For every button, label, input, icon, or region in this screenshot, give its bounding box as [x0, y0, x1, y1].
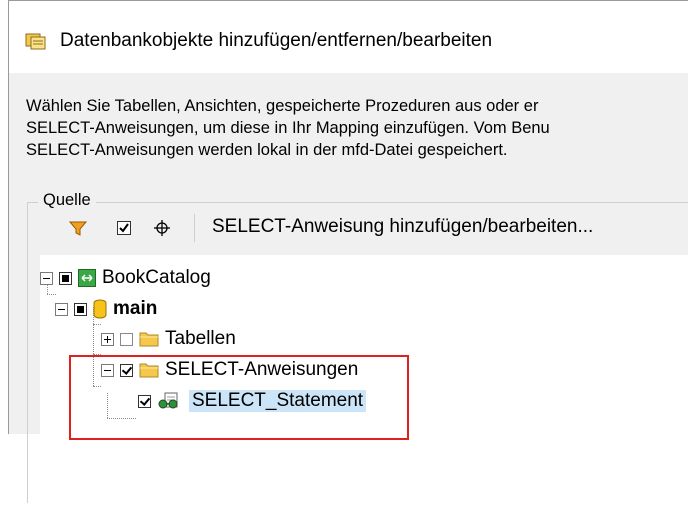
tree-item-tabellen[interactable]: Tabellen [101, 324, 236, 354]
description-line: SELECT-Anweisungen, um diese in Ihr Mapp… [26, 119, 550, 137]
tree-connector [93, 386, 101, 387]
tree-checkbox[interactable] [120, 363, 133, 377]
source-toolbar: SELECT-Anweisung hinzufügen/bearbeiten..… [18, 208, 688, 248]
filter-icon[interactable] [66, 216, 90, 240]
tree-checkbox[interactable] [120, 332, 133, 346]
tree-checkbox[interactable] [74, 302, 87, 316]
description-line: Wählen Sie Tabellen, Ansichten, gespeich… [26, 97, 539, 115]
collapse-toggle[interactable] [55, 302, 68, 316]
database-objects-icon [25, 31, 47, 51]
tree-item-select-statements[interactable]: SELECT-Anweisungen [101, 355, 358, 385]
add-edit-select-statement-button[interactable]: SELECT-Anweisung hinzufügen/bearbeiten..… [212, 216, 593, 238]
tree-connector [93, 324, 101, 325]
tree-connector [107, 418, 136, 419]
schema-icon [93, 299, 107, 319]
dialog-content: Wählen Sie Tabellen, Ansichten, gespeich… [9, 73, 688, 507]
tree-item-main[interactable]: main [55, 294, 157, 324]
tree-connector [107, 393, 108, 418]
tree-item-label: SELECT_Statement [189, 390, 367, 412]
tree-connector [93, 354, 101, 355]
description-text: Wählen Sie Tabellen, Ansichten, gespeich… [26, 95, 688, 161]
tree-item-bookcatalog[interactable]: BookCatalog [40, 263, 211, 293]
description-line: SELECT-Anweisungen werden lokal in der m… [26, 141, 508, 159]
tree-item-label: BookCatalog [102, 267, 211, 288]
folder-icon [139, 331, 159, 347]
tree-item-label: Tabellen [165, 328, 236, 349]
tree-checkbox[interactable] [138, 394, 151, 408]
folder-icon [139, 362, 159, 378]
checkbox-icon[interactable] [112, 216, 136, 240]
window-title: Datenbankobjekte hinzufügen/entfernen/be… [60, 30, 493, 51]
tree-item-select-statement[interactable]: SELECT_Statement [138, 386, 367, 416]
database-connection-icon [78, 269, 96, 287]
toolbar-separator [194, 214, 195, 242]
collapse-toggle[interactable] [101, 363, 114, 377]
collapse-toggle[interactable] [40, 271, 53, 285]
crosshair-icon[interactable] [150, 216, 174, 240]
tree-item-label: SELECT-Anweisungen [165, 359, 359, 380]
source-tree[interactable]: BookCatalog main Tabellen SELECT-Anweisu… [40, 255, 688, 507]
select-statement-icon [157, 392, 183, 410]
title-bar[interactable]: Datenbankobjekte hinzufügen/entfernen/be… [9, 1, 688, 73]
expand-toggle[interactable] [101, 332, 114, 346]
tree-checkbox[interactable] [59, 271, 72, 285]
tree-item-label: main [113, 298, 158, 319]
